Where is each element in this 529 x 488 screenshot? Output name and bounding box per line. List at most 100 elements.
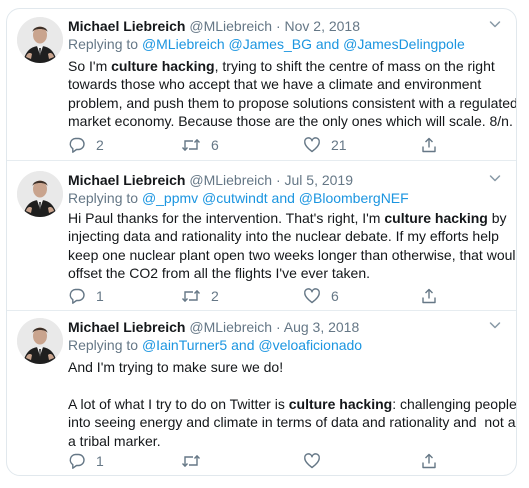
replying-to: Replying to @_ppmv @cutwindt and @Bloomb… <box>68 189 504 207</box>
avatar[interactable] <box>17 171 63 217</box>
tweet-header: Michael Liebreich @MLiebreich · Jul 5, 2… <box>68 171 504 189</box>
author-handle-date[interactable]: @MLiebreich · Nov 2, 2018 <box>189 18 360 34</box>
heart-icon <box>303 452 321 470</box>
like-button[interactable]: 6 <box>303 286 339 306</box>
tweet-text-line: A lot of what I try to do on Twitter is … <box>68 395 516 413</box>
retweet-icon <box>181 287 201 305</box>
heart-icon <box>303 287 321 305</box>
like-count: 21 <box>331 137 347 153</box>
reply-and: and <box>315 36 340 52</box>
tweet-header: Michael Liebreich @MLiebreich · Nov 2, 2… <box>68 17 504 35</box>
avatar[interactable] <box>17 17 63 63</box>
share-button[interactable] <box>420 286 438 306</box>
tweet[interactable]: Michael Liebreich @MLiebreich · Jul 5, 2… <box>7 160 516 311</box>
tweet-text-line <box>68 376 504 394</box>
reply-mentions[interactable]: @MLiebreich @James_BG <box>142 36 312 52</box>
replying-to: Replying to @MLiebreich @James_BG and @J… <box>68 35 504 53</box>
chevron-down-icon[interactable] <box>488 318 502 336</box>
replying-to-label: Replying to <box>68 337 139 353</box>
avatar[interactable] <box>17 318 63 364</box>
tweet-text-line: Hi Paul thanks for the intervention. Tha… <box>68 209 507 227</box>
reply-button[interactable]: 1 <box>68 286 104 306</box>
avatar-photo <box>17 17 63 63</box>
tweet-text-line: into seeing energy and climate in terms … <box>68 413 516 431</box>
reply-and: and <box>271 190 295 206</box>
tweet-text-line: offset the CO2 from all the flights I've… <box>68 264 504 282</box>
reply-mention-last[interactable]: @JamesDelingpole <box>343 36 465 52</box>
tweet-text-line: market economy. Because those are the on… <box>68 112 513 130</box>
text-segment: towards those who accept that we have a … <box>68 76 482 93</box>
reply-button[interactable]: 1 <box>68 451 104 471</box>
tweet-header: Michael Liebreich @MLiebreich · Aug 3, 2… <box>68 318 504 336</box>
reply-mentions[interactable]: @IainTurner5 <box>142 337 227 353</box>
bold-text-segment: culture hacking <box>111 58 215 74</box>
text-segment: : challenging people <box>392 395 517 412</box>
text-segment: So I'm <box>68 58 112 74</box>
tweet-text-line: towards those who accept that we have a … <box>68 75 504 93</box>
tweet-actions: 1 <box>68 451 498 471</box>
replying-to-label: Replying to <box>68 36 139 52</box>
text-segment: Hi Paul thanks for the intervention. Tha… <box>68 210 385 226</box>
like-button[interactable] <box>303 451 331 471</box>
reply-icon <box>68 452 86 470</box>
reply-icon <box>68 287 86 305</box>
tweet-actions: 1 2 6 <box>68 286 498 306</box>
tweet-text-line: problem, and push them to propose soluti… <box>68 94 516 112</box>
reply-and: and <box>231 337 255 353</box>
author-handle-date[interactable]: @MLiebreich · Aug 3, 2018 <box>189 319 359 335</box>
share-icon <box>420 287 438 305</box>
tweet-content: Michael Liebreich @MLiebreich · Jul 5, 2… <box>68 171 516 281</box>
chevron-down-icon[interactable] <box>488 171 502 189</box>
retweet-count: 2 <box>211 288 219 304</box>
reply-mention-last[interactable]: @veloaficionado <box>258 337 362 353</box>
tweet-content: Michael Liebreich @MLiebreich · Aug 3, 2… <box>68 318 516 449</box>
retweet-button[interactable]: 6 <box>181 135 219 155</box>
text-segment: by <box>487 210 507 226</box>
tweet-text-line: a tribal marker. <box>68 432 504 450</box>
tweet-text-line: And I'm trying to make sure we do! <box>68 358 504 376</box>
tweet-thread-card: Michael Liebreich @MLiebreich · Nov 2, 2… <box>6 8 517 476</box>
text-segment: A lot of what I try to do on Twitter is <box>68 395 289 412</box>
tweet-text-line: keep one nuclear plant open two weeks lo… <box>68 246 516 264</box>
reply-mention-last[interactable]: @BloombergNEF <box>299 190 409 206</box>
tweet-text: So I'm culture hacking, trying to shift … <box>68 57 516 131</box>
tweet[interactable]: Michael Liebreich @MLiebreich · Nov 2, 2… <box>7 9 516 161</box>
share-icon <box>420 452 438 470</box>
retweet-button[interactable]: 2 <box>181 286 219 306</box>
like-button[interactable]: 21 <box>303 135 347 155</box>
text-segment: keep one nuclear plant open two weeks lo… <box>68 246 517 263</box>
tweet-text: And I'm trying to make sure we do! A lot … <box>68 358 516 450</box>
text-segment: , trying to shift the centre of mass on … <box>214 58 495 74</box>
author-handle-date[interactable]: @MLiebreich · Jul 5, 2019 <box>189 172 353 188</box>
author-name[interactable]: Michael Liebreich <box>68 172 185 188</box>
tweet-content: Michael Liebreich @MLiebreich · Nov 2, 2… <box>68 17 516 129</box>
heart-icon <box>303 136 321 154</box>
reply-mentions[interactable]: @_ppmv @cutwindt <box>142 190 268 206</box>
text-segment: a tribal marker. <box>68 432 161 449</box>
tweet-actions: 2 6 21 <box>68 135 498 155</box>
author-name[interactable]: Michael Liebreich <box>68 18 185 34</box>
text-segment: offset the CO2 from all the flights I've… <box>68 265 371 282</box>
reply-icon <box>68 136 86 154</box>
author-name[interactable]: Michael Liebreich <box>68 319 185 335</box>
reply-count: 1 <box>96 288 104 304</box>
retweet-button[interactable] <box>181 451 211 471</box>
text-segment: problem, and push them to propose soluti… <box>68 94 517 111</box>
retweet-count: 6 <box>211 137 219 153</box>
avatar-photo <box>17 318 63 364</box>
share-button[interactable] <box>420 451 438 471</box>
text-segment: market economy. Because those are the on… <box>68 113 513 130</box>
retweet-icon <box>181 452 201 470</box>
tweet-text: Hi Paul thanks for the intervention. Tha… <box>68 209 516 283</box>
share-button[interactable] <box>420 135 438 155</box>
reply-button[interactable]: 2 <box>68 135 104 155</box>
like-count: 6 <box>331 288 339 304</box>
chevron-down-icon[interactable] <box>488 17 502 35</box>
bold-text-segment: culture hacking <box>384 210 488 226</box>
tweet-text-line: injecting data and rationality into the … <box>68 227 504 245</box>
text-segment: And I'm trying to make sure we do! <box>68 359 284 375</box>
text-segment: injecting data and rationality into the … <box>68 228 499 245</box>
reply-count: 1 <box>96 453 104 469</box>
tweet[interactable]: Michael Liebreich @MLiebreich · Aug 3, 2… <box>7 310 516 475</box>
bold-text-segment: culture hacking <box>288 395 393 412</box>
